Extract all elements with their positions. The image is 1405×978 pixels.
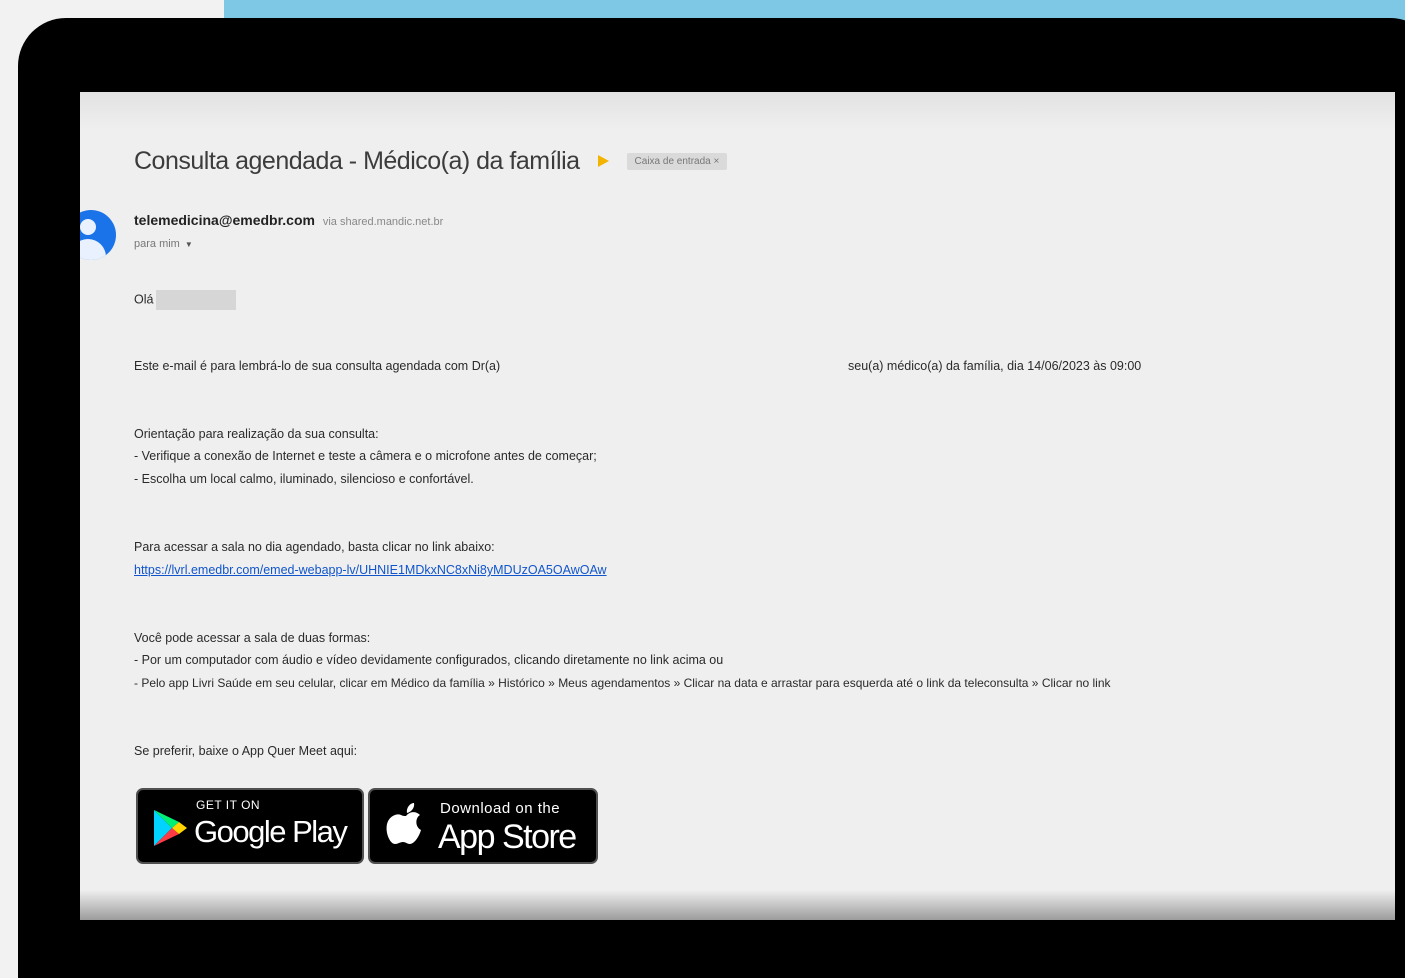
app-prompt: Se preferir, baixe o App Quer Meet aqui: xyxy=(134,744,358,758)
screen-bottom-edge xyxy=(80,890,1395,920)
google-play-icon xyxy=(154,810,187,846)
app-store-badge[interactable]: Download on the App Store xyxy=(368,788,598,864)
guidance-title: Orientação para realização da sua consul… xyxy=(134,427,379,441)
access-text: Para acessar a sala no dia agendado, bas… xyxy=(134,540,495,554)
redacted-name xyxy=(156,290,237,310)
email-view: Consulta agendada - Médico(a) da família… xyxy=(80,92,1395,920)
person-icon xyxy=(80,210,116,260)
guidance-item-1: - Verifique a conexão de Internet e test… xyxy=(134,449,597,463)
importance-marker-icon[interactable] xyxy=(597,155,609,167)
caret-down-icon[interactable]: ▼ xyxy=(185,240,193,249)
email-subject: Consulta agendada - Médico(a) da família xyxy=(134,146,580,175)
recipient-details-toggle[interactable]: para mim ▼ xyxy=(134,238,193,250)
inbox-label-chip[interactable]: Caixa de entrada × xyxy=(626,152,728,170)
avatar-head xyxy=(80,219,96,235)
google-badge-big-text: Google Play xyxy=(194,814,348,849)
apple-badge-small-text: Download on the xyxy=(440,800,561,817)
sender-row: telemedicina@emedbr.com via shared.mandi… xyxy=(134,212,443,228)
laptop-frame: Consulta agendada - Médico(a) da família… xyxy=(18,18,1405,978)
google-play-badge[interactable]: GET IT ON Google Play xyxy=(136,788,364,864)
greeting-line: Olá xyxy=(134,290,237,310)
greeting: Olá xyxy=(134,292,154,307)
ways-title: Você pode acessar a sala de duas formas: xyxy=(134,631,371,645)
intro-left: Este e-mail é para lembrá-lo de sua cons… xyxy=(134,359,501,373)
recipient-label: para mim xyxy=(134,238,180,250)
sender-address[interactable]: telemedicina@emedbr.com xyxy=(134,212,315,228)
ways-item-1: - Por um computador com áudio e vídeo de… xyxy=(134,653,724,667)
sender-via: via shared.mandic.net.br xyxy=(322,216,444,228)
apple-badge-big-text: App Store xyxy=(438,818,577,856)
subject-row: Consulta agendada - Médico(a) da família… xyxy=(134,144,728,178)
google-badge-small-text: GET IT ON xyxy=(196,798,261,812)
guidance-item-2: - Escolha um local calmo, iluminado, sil… xyxy=(134,472,474,486)
avatar-body xyxy=(80,239,106,260)
ways-item-2: - Pelo app Livri Saúde em seu celular, c… xyxy=(134,676,1111,690)
intro-right: seu(a) médico(a) da família, dia 14/06/2… xyxy=(848,359,1142,373)
toolbar-shade xyxy=(80,92,1395,130)
apple-icon xyxy=(386,803,421,844)
consultation-link[interactable]: https://lvrl.emedbr.com/emed-webapp-lv/U… xyxy=(134,563,607,577)
